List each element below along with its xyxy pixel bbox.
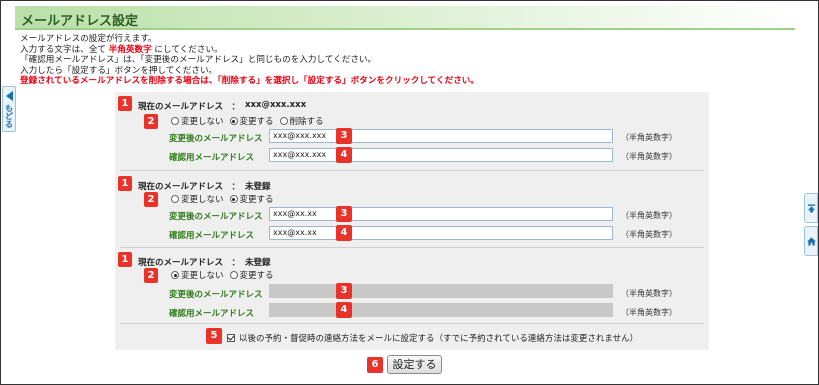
radio-change-control[interactable] (229, 117, 238, 125)
radio-keep[interactable]: 変更しない (171, 269, 224, 281)
new-address-input[interactable]: xxx@xx.xx (269, 207, 613, 221)
radio-keep-control[interactable] (171, 195, 179, 203)
page-top-icon (807, 203, 815, 213)
section-divider (120, 170, 704, 171)
change-mode-group: 変更しない 変更する (171, 193, 280, 205)
current-address-value: 未登録 (245, 258, 271, 268)
radio-keep-control[interactable] (171, 117, 179, 125)
instructions: メールアドレスの設定が行えます。 入力する文字は、全て 半角英数字 にしてくださ… (20, 34, 479, 87)
half-width-note: （半角英数字） (621, 211, 677, 220)
submit-button[interactable]: 設定する (387, 355, 442, 374)
current-address-label: 現在のメールアドレス ： (138, 102, 241, 112)
half-width-note: （半角英数字） (621, 152, 677, 161)
email-notify-checkbox[interactable] (227, 334, 235, 342)
step-badge-2: 2 (144, 192, 158, 207)
step-badge-3: 3 (336, 283, 352, 299)
new-address-label: 変更後のメールアドレス (169, 290, 263, 300)
page-top-button[interactable] (804, 193, 818, 223)
confirm-address-label: 確認用メールアドレス (169, 231, 255, 241)
current-address-label: 現在のメールアドレス ： (138, 182, 241, 192)
home-icon (806, 236, 816, 246)
back-tab[interactable]: もどる (2, 86, 16, 132)
confirm-address-label: 確認用メールアドレス (169, 153, 255, 163)
change-mode-group: 変更しない 変更する (171, 269, 280, 281)
radio-change[interactable]: 変更する (229, 193, 274, 205)
radio-delete[interactable]: 削除する (279, 115, 324, 127)
email-notify-option[interactable]: 以後の予約・督促時の連絡方法をメールに設定する（すでに予約されている連絡方法は変… (227, 332, 638, 344)
back-label: もどる (4, 104, 14, 128)
step-badge-2: 2 (144, 114, 158, 129)
instruction-line-1: メールアドレスの設定が行えます。 (20, 34, 157, 44)
section-divider (120, 247, 704, 248)
radio-change-control[interactable] (229, 195, 238, 203)
half-width-note: （半角英数字） (621, 230, 677, 239)
page-title: メールアドレス設定 (21, 14, 139, 29)
radio-change[interactable]: 変更する (229, 115, 274, 127)
step-badge-6: 6 (367, 357, 383, 373)
new-address-label: 変更後のメールアドレス (169, 212, 263, 222)
back-arrow-icon (5, 91, 13, 101)
new-address-input[interactable]: xxx@xxx.xxx (269, 129, 613, 143)
email-notify-label: 以後の予約・督促時の連絡方法をメールに設定する（すでに予約されている連絡方法は変… (239, 334, 639, 344)
new-address-label: 変更後のメールアドレス (169, 134, 263, 144)
radio-keep[interactable]: 変更しない (171, 193, 224, 205)
radio-keep[interactable]: 変更しない (171, 115, 224, 127)
confirm-address-input-disabled (269, 303, 613, 317)
step-badge-3: 3 (336, 206, 352, 222)
step-badge-2: 2 (144, 268, 158, 283)
step-badge-4: 4 (336, 225, 352, 241)
step-badge-1: 1 (118, 176, 132, 191)
radio-keep-control[interactable] (171, 271, 179, 279)
step-badge-3: 3 (336, 128, 352, 144)
step-badge-4: 4 (336, 147, 352, 163)
current-address-value: 未登録 (245, 182, 271, 192)
instruction-line-3: 「確認用メールアドレス」は、「変更後のメールアドレス」と同じものを入力してくださ… (20, 55, 377, 65)
half-width-emphasis: 半角英数字 (108, 44, 152, 55)
new-address-input-disabled (269, 284, 613, 298)
section-divider (120, 323, 704, 324)
radio-delete-control[interactable] (279, 117, 288, 125)
step-badge-4: 4 (336, 302, 352, 318)
confirm-address-input[interactable]: xxx@xxx.xxx (269, 148, 613, 162)
half-width-note: （半角英数字） (621, 289, 677, 298)
home-button[interactable] (804, 226, 818, 256)
current-address-value: xxx@xxx.xxx (245, 100, 307, 110)
radio-change-control[interactable] (229, 271, 238, 279)
delete-warning: 登録されているメールアドレスを削除する場合は、「削除する」を選択し「設定する」ボ… (20, 76, 479, 86)
instruction-line-4: 入力したら「設定する」ボタンを押してください。 (20, 65, 218, 76)
page-title-bar: メールアドレス設定 (15, 6, 795, 30)
step-badge-5: 5 (206, 328, 222, 344)
current-address-label: 現在のメールアドレス ： (138, 258, 241, 268)
half-width-note: （半角英数字） (621, 308, 677, 317)
radio-change[interactable]: 変更する (229, 269, 274, 281)
instruction-line-2: 入力する文字は、全て 半角英数字 にしてください。 (20, 44, 223, 55)
confirm-address-label: 確認用メールアドレス (169, 309, 255, 319)
change-mode-group: 変更しない 変更する 削除する (171, 115, 330, 127)
half-width-note: （半角英数字） (621, 133, 677, 142)
step-badge-1: 1 (118, 96, 132, 111)
confirm-address-input[interactable]: xxx@xx.xx (269, 226, 613, 240)
step-badge-1: 1 (118, 252, 132, 267)
